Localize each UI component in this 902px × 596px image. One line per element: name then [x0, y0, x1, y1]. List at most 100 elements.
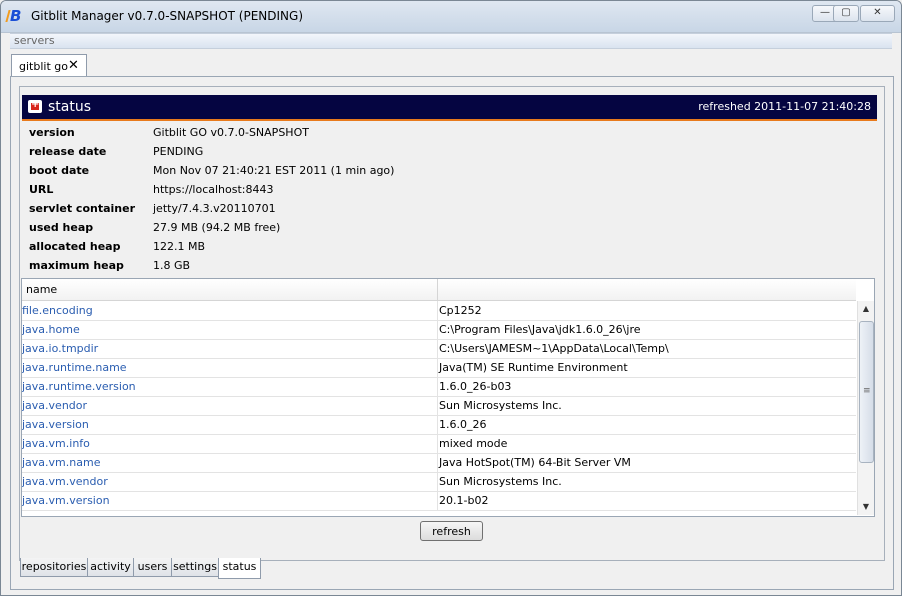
- table-row[interactable]: java.io.tmpdir C:\Users\JAMESM~1\AppData\…: [22, 339, 856, 359]
- table-row[interactable]: java.vm.vendor Sun Microsystems Inc.: [22, 472, 856, 492]
- tab-label: status: [222, 560, 257, 573]
- cell-divider: [437, 301, 438, 320]
- info-key: allocated heap: [29, 240, 121, 253]
- server-tab-content: status refreshed 2011-11-07 21:40:28 ver…: [10, 76, 894, 590]
- status-panel: status refreshed 2011-11-07 21:40:28 ver…: [19, 86, 885, 561]
- scroll-up-arrow-icon[interactable]: ▲: [858, 302, 874, 316]
- info-key: boot date: [29, 164, 90, 177]
- property-name: java.home: [22, 323, 80, 336]
- info-row-used-heap: used heap 27.9 MB (94.2 MB free): [29, 221, 529, 240]
- info-key: maximum heap: [29, 259, 124, 272]
- info-row-release-date: release date PENDING: [29, 145, 529, 164]
- property-name: java.vm.info: [22, 437, 90, 450]
- table-row[interactable]: java.vm.info mixed mode: [22, 434, 856, 454]
- property-name: java.version: [22, 418, 89, 431]
- gitblit-logo-icon: B: [10, 8, 26, 24]
- cell-divider: [437, 415, 438, 434]
- close-window-button[interactable]: ✕: [860, 5, 895, 22]
- property-value: Sun Microsystems Inc.: [439, 475, 562, 488]
- app-window: B Gitblit Manager v0.7.0-SNAPSHOT (PENDI…: [0, 0, 902, 596]
- info-row-url: URL https://localhost:8443: [29, 183, 529, 202]
- refresh-button[interactable]: refresh: [420, 521, 483, 541]
- maximize-button[interactable]: ▢: [833, 5, 859, 22]
- property-name: java.io.tmpdir: [22, 342, 99, 355]
- info-key: release date: [29, 145, 107, 158]
- table-row[interactable]: java.runtime.name Java(TM) SE Runtime Env…: [22, 358, 856, 378]
- property-value: C:\Users\JAMESM~1\AppData\Local\Temp\: [439, 342, 669, 355]
- cell-divider: [437, 491, 438, 510]
- scroll-grip-icon: ≡: [863, 386, 871, 396]
- tab-activity[interactable]: activity: [87, 558, 134, 577]
- tab-users[interactable]: users: [133, 558, 172, 577]
- cell-divider: [437, 434, 438, 453]
- table-row[interactable]: java.runtime.version 1.6.0_26-b03: [22, 377, 856, 397]
- property-name: java.runtime.version: [22, 380, 136, 393]
- window-title: Gitblit Manager v0.7.0-SNAPSHOT (PENDING…: [31, 9, 304, 23]
- tab-gitblit-go-label: gitblit go: [19, 60, 68, 73]
- table-row[interactable]: file.encoding Cp1252: [22, 301, 856, 321]
- table-row[interactable]: java.vm.version 20.1-b02: [22, 491, 856, 511]
- info-key: URL: [29, 183, 54, 196]
- tab-label: activity: [90, 560, 131, 573]
- tab-repositories[interactable]: repositories: [20, 558, 88, 577]
- table-row[interactable]: java.vm.name Java HotSpot(TM) 64-Bit Serv…: [22, 453, 856, 473]
- column-header-name[interactable]: name: [22, 279, 438, 300]
- info-value: Mon Nov 07 21:40:21 EST 2011 (1 min ago): [153, 164, 395, 177]
- tab-label: repositories: [21, 560, 87, 573]
- tab-status[interactable]: status: [218, 558, 261, 579]
- property-name: java.vendor: [22, 399, 88, 412]
- property-value: Java(TM) SE Runtime Environment: [439, 361, 628, 374]
- table-row[interactable]: java.home C:\Program Files\Java\jdk1.6.0_…: [22, 320, 856, 340]
- property-name: java.vm.version: [22, 494, 110, 507]
- table-row[interactable]: java.vendor Sun Microsystems Inc.: [22, 396, 856, 416]
- tab-label: settings: [173, 560, 217, 573]
- info-key: servlet container: [29, 202, 135, 215]
- property-value: 20.1-b02: [439, 494, 489, 507]
- info-value: 1.8 GB: [153, 259, 191, 272]
- property-name: java.vm.vendor: [22, 475, 108, 488]
- property-value: 1.6.0_26-b03: [439, 380, 512, 393]
- cell-divider: [437, 396, 438, 415]
- tab-close-icon[interactable]: ✕: [68, 58, 79, 73]
- cell-divider: [437, 453, 438, 472]
- status-header-title: status: [48, 99, 92, 115]
- cell-divider: [437, 377, 438, 396]
- info-value: 27.9 MB (94.2 MB free): [153, 221, 281, 234]
- info-value: jetty/7.4.3.v20110701: [153, 202, 276, 215]
- table-body: file.encoding Cp1252 java.home C:\Program …: [22, 301, 856, 516]
- cell-divider: [437, 472, 438, 491]
- table-header: name: [22, 279, 856, 301]
- info-row-allocated-heap: allocated heap 122.1 MB: [29, 240, 529, 259]
- cell-divider: [437, 320, 438, 339]
- property-value: Sun Microsystems Inc.: [439, 399, 562, 412]
- info-key: used heap: [29, 221, 94, 234]
- servers-label: servers: [14, 34, 55, 47]
- tab-settings[interactable]: settings: [171, 558, 219, 577]
- info-row-maximum-heap: maximum heap 1.8 GB: [29, 259, 529, 278]
- info-row-version: version Gitblit GO v0.7.0-SNAPSHOT: [29, 126, 529, 145]
- property-value: mixed mode: [439, 437, 508, 450]
- property-name: java.runtime.name: [22, 361, 127, 374]
- scrollbar-thumb[interactable]: ≡: [859, 321, 874, 463]
- column-header-label: name: [26, 283, 58, 296]
- title-bar[interactable]: B Gitblit Manager v0.7.0-SNAPSHOT (PENDI…: [1, 1, 901, 33]
- refreshed-timestamp: refreshed 2011-11-07 21:40:28: [698, 100, 871, 113]
- property-value: 1.6.0_26: [439, 418, 487, 431]
- cell-divider: [437, 358, 438, 377]
- properties-table: name file.encoding Cp1252 java.home C:\Pro…: [21, 278, 875, 517]
- info-row-servlet-container: servlet container jetty/7.4.3.v20110701: [29, 202, 529, 221]
- scroll-down-arrow-icon[interactable]: ▼: [858, 500, 874, 514]
- info-key: version: [29, 126, 75, 139]
- status-health-icon: [28, 99, 42, 113]
- status-header: status refreshed 2011-11-07 21:40:28: [22, 95, 877, 121]
- table-vertical-scrollbar[interactable]: ▲ ≡ ▼: [857, 301, 874, 515]
- info-row-boot-date: boot date Mon Nov 07 21:40:21 EST 2011 (…: [29, 164, 529, 183]
- info-value: https://localhost:8443: [153, 183, 274, 196]
- property-value: C:\Program Files\Java\jdk1.6.0_26\jre: [439, 323, 641, 336]
- cell-divider: [437, 339, 438, 358]
- servers-collapsible-bar[interactable]: servers: [10, 33, 892, 49]
- info-value: PENDING: [153, 145, 204, 158]
- property-value: Java HotSpot(TM) 64-Bit Server VM: [439, 456, 631, 469]
- tab-gitblit-go[interactable]: gitblit go ✕: [11, 54, 87, 77]
- table-row[interactable]: java.version 1.6.0_26: [22, 415, 856, 435]
